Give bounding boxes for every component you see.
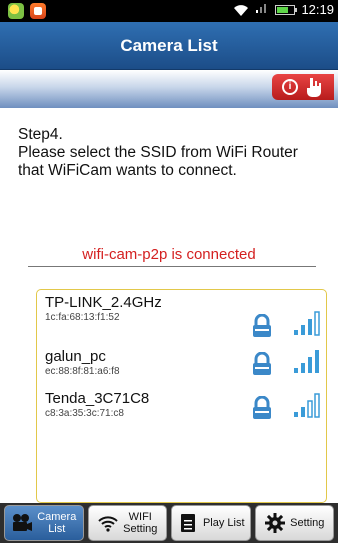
wifi-network-list[interactable]: TP-LINK_2.4GHz 1c:fa:68:13:f1:52 galun_p…	[36, 289, 327, 503]
wifi-status-icon	[233, 3, 249, 17]
network-ssid: Tenda_3C71C8	[45, 390, 150, 407]
network-ssid: galun_pc	[45, 348, 106, 365]
document-icon	[180, 514, 195, 532]
page-title: Camera List	[120, 36, 218, 55]
network-mac: ec:88:8f:81:a6:f8	[45, 366, 120, 377]
info-icon: i	[282, 79, 298, 95]
nav-label-line: Setting	[123, 523, 158, 535]
network-mac: 1c:fa:68:13:f1:52	[45, 312, 120, 323]
divider	[28, 266, 316, 267]
nav-label: Camera List	[37, 511, 76, 535]
nav-label-line: Camera	[37, 511, 77, 523]
step-number: Step4.	[18, 126, 63, 143]
nav-label-line: List	[48, 523, 66, 535]
connection-status: wifi-cam-p2p is connected	[82, 246, 256, 263]
nav-label: Play List	[203, 517, 245, 529]
toolbar: i	[0, 70, 338, 108]
nav-label-line: WIFI	[128, 511, 152, 523]
lock-icon	[253, 396, 271, 419]
help-button[interactable]: i	[272, 74, 334, 100]
network-mac: c8:3a:35:3c:71:c8	[45, 408, 124, 419]
nav-label: Setting	[290, 517, 324, 529]
signal-strength-icon	[294, 311, 320, 336]
nav-play-list[interactable]: Play List	[171, 505, 251, 541]
system-tray: 12:19	[233, 2, 334, 17]
app-notification-icon	[8, 3, 24, 19]
gear-icon	[265, 513, 286, 533]
wifi-network-item[interactable]: galun_pc ec:88:8f:81:a6:f8	[45, 348, 321, 377]
nav-label: WIFI Setting	[123, 511, 157, 535]
nav-wifi-setting[interactable]: WIFI Setting	[87, 505, 167, 541]
nav-label-line: Setting	[290, 517, 325, 529]
wifi-network-item[interactable]: TP-LINK_2.4GHz 1c:fa:68:13:f1:52	[45, 294, 321, 337]
wifi-network-item[interactable]: Tenda_3C71C8 c8:3a:35:3c:71:c8	[45, 390, 321, 419]
status-time: 12:19	[301, 2, 334, 17]
status-bar: 12:19	[0, 0, 338, 22]
nav-label-line: Play List	[202, 517, 245, 529]
instruction-text: Step4. Please select the SSID from WiFi …	[18, 126, 318, 180]
notification-icons	[8, 3, 46, 19]
battery-icon	[275, 4, 298, 15]
hand-pointer-icon	[307, 78, 321, 97]
lock-icon	[253, 352, 271, 375]
bottom-navigation: Camera List WIFI Setting Play List Setti…	[0, 503, 338, 543]
nav-camera-list[interactable]: Camera List	[4, 505, 84, 541]
store-notification-icon	[30, 3, 46, 19]
signal-strength-icon	[294, 393, 320, 418]
camera-icon	[13, 514, 33, 531]
title-bar: Camera List	[0, 22, 338, 70]
step-description: Please select the SSID from WiFi Router …	[18, 144, 298, 179]
signal-strength-icon	[294, 350, 319, 373]
signal-status-icon	[255, 2, 269, 17]
network-ssid: TP-LINK_2.4GHz	[45, 294, 162, 311]
lock-icon	[253, 314, 271, 337]
wifi-icon	[98, 516, 118, 532]
nav-setting[interactable]: Setting	[254, 505, 334, 541]
